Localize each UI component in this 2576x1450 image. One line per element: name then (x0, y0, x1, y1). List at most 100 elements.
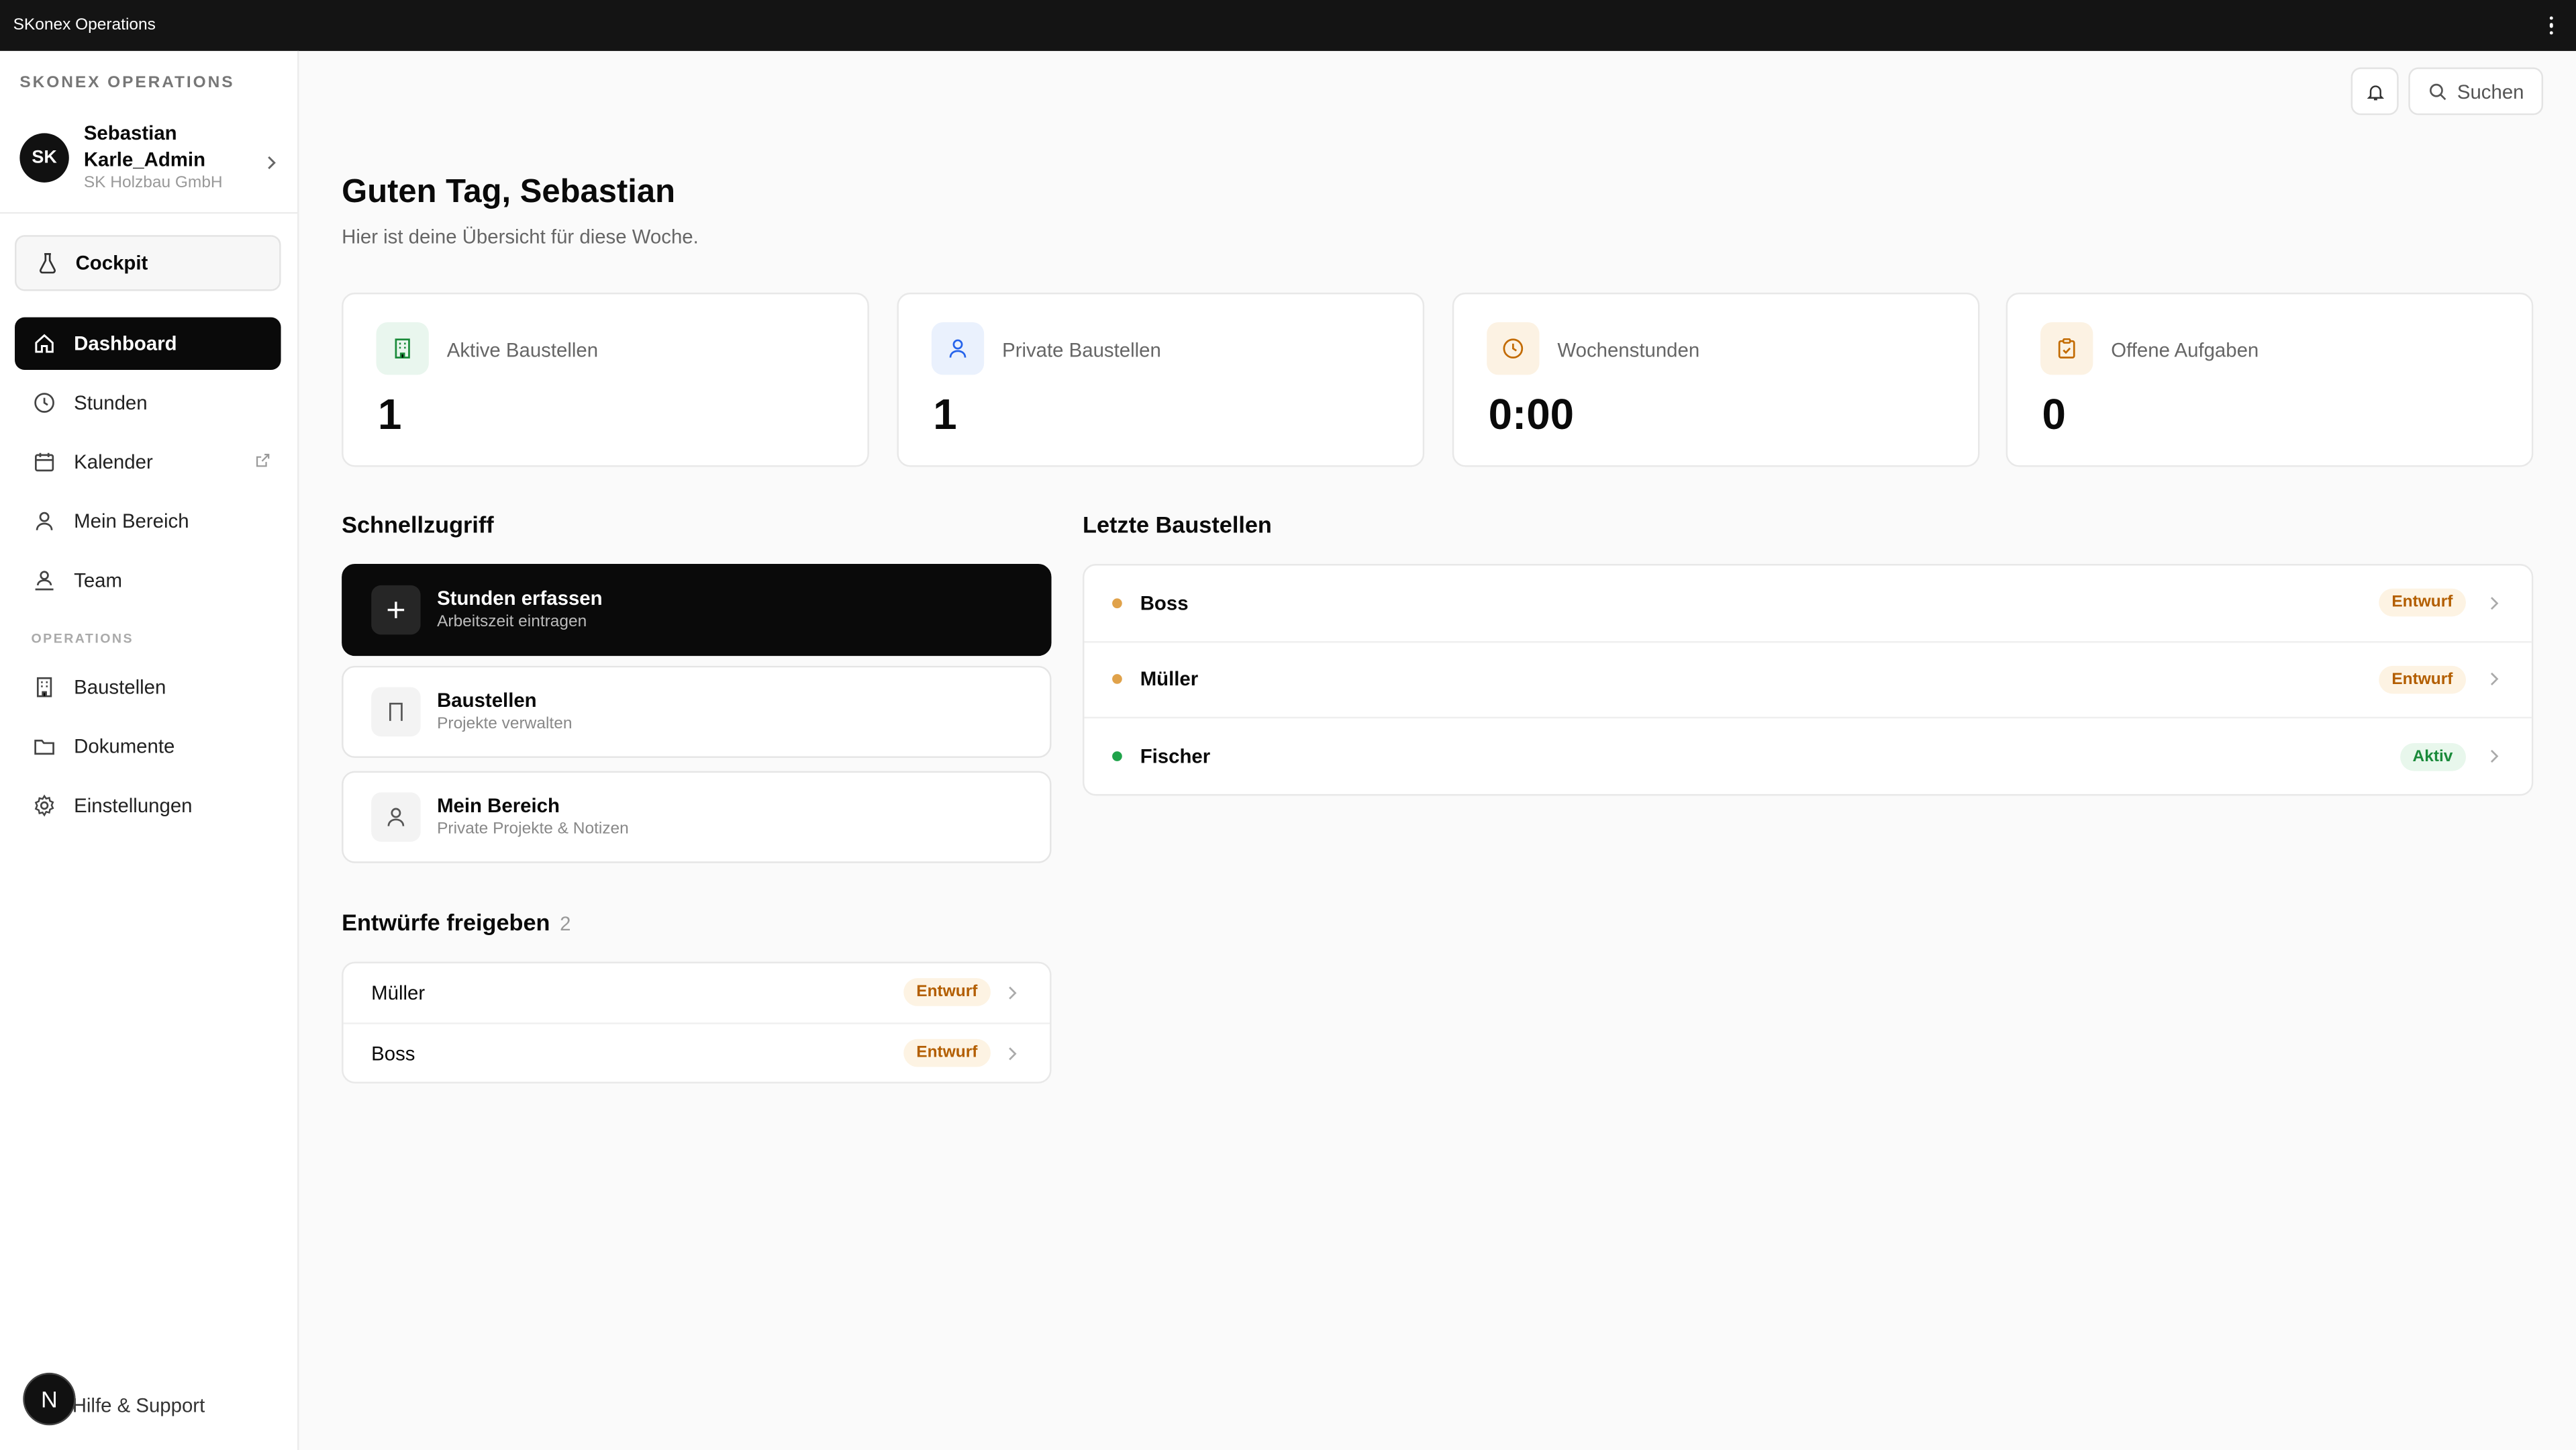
team-icon (32, 567, 58, 593)
draft-name: Boss (371, 1042, 415, 1065)
sidebar: SKONEX OPERATIONS SK Sebastian Karle_Adm… (0, 50, 299, 1450)
site-name: Müller (1140, 667, 1199, 691)
sidebar-item-kalender[interactable]: Kalender (15, 436, 281, 488)
sidebar-item-label: Baustellen (74, 675, 166, 699)
quick-title: Stunden erfassen (437, 587, 603, 610)
drafts-list: Müller Entwurf Boss Entwurf (342, 961, 1052, 1083)
status-badge: Entwurf (2378, 589, 2466, 617)
sidebar-item-baustellen[interactable]: Baustellen (15, 661, 281, 713)
site-name: Boss (1140, 591, 1189, 615)
quick-mein-bereich-button[interactable]: Mein Bereich Private Projekte & Notizen (342, 771, 1052, 863)
n-badge-icon[interactable]: N (23, 1372, 76, 1426)
more-menu-icon[interactable] (2539, 9, 2563, 42)
list-item[interactable]: Boss Entwurf (1084, 565, 2532, 642)
clock-icon (1487, 322, 1540, 375)
recent-sites-heading: Letzte Baustellen (1083, 511, 1272, 538)
sidebar-item-label: Dashboard (74, 332, 177, 355)
quick-title: Mein Bereich (437, 793, 560, 818)
drafts-title: Entwürfe freigeben (342, 909, 550, 936)
list-item[interactable]: Müller Entwurf (343, 963, 1050, 1024)
sidebar-item-stunden[interactable]: Stunden (15, 377, 281, 429)
user-profile[interactable]: SK Sebastian Karle_Admin SK Holzbau GmbH (19, 120, 283, 199)
list-item[interactable]: Fischer Aktiv (1084, 718, 2531, 794)
clipboard-icon (2040, 322, 2093, 375)
stat-card-wochenstunden[interactable]: Wochenstunden 0:00 (1452, 292, 1980, 467)
recent-sites-list: Boss Entwurf Müller Entwurf Fischer Akti… (1083, 564, 2534, 796)
drafts-count: 2 (560, 912, 571, 936)
sidebar-item-dashboard[interactable]: Dashboard (15, 317, 281, 371)
stat-value: 1 (933, 389, 957, 439)
sidebar-item-label: Kalender (74, 450, 153, 474)
clock-icon (32, 389, 58, 416)
search-icon (2428, 81, 2447, 101)
list-item[interactable]: Boss Entwurf (344, 1024, 1050, 1082)
stat-card-private-baustellen[interactable]: Private Baustellen 1 (897, 292, 1425, 467)
sidebar-item-label: Dokumente (74, 734, 175, 758)
sidebar-item-team[interactable]: Team (15, 554, 281, 606)
user-company: SK Holzbau GmbH (83, 174, 223, 193)
sidebar-item-label: Einstellungen (74, 793, 193, 818)
bell-icon (2365, 81, 2384, 101)
sidebar-item-einstellungen[interactable]: Einstellungen (15, 779, 281, 832)
sidebar-item-label: Mein Bereich (74, 510, 189, 533)
quick-title: Baustellen (437, 689, 537, 712)
user-icon (371, 792, 421, 842)
sidebar-item-mein-bereich[interactable]: Mein Bereich (15, 495, 281, 547)
quick-subtitle: Arbeitszeit eintragen (437, 613, 587, 632)
quick-stunden-erfassen-button[interactable]: Stunden erfassen Arbeitszeit eintragen (342, 564, 1052, 657)
search-label: Suchen (2457, 79, 2524, 103)
stat-card-offene-aufgaben[interactable]: Offene Aufgaben 0 (2005, 292, 2534, 467)
quick-subtitle: Private Projekte & Notizen (437, 820, 629, 838)
status-badge: Entwurf (2378, 665, 2466, 693)
stat-value: 0:00 (1488, 389, 1575, 439)
status-badge: Entwurf (903, 978, 991, 1007)
quick-subtitle: Projekte verwalten (437, 715, 573, 734)
chevron-right-icon (1004, 984, 1020, 1000)
chevron-right-icon (2485, 748, 2501, 765)
site-name: Fischer (1140, 745, 1211, 769)
flask-icon (36, 252, 59, 275)
status-badge: Aktiv (2399, 742, 2466, 771)
external-link-icon (254, 450, 270, 473)
user-icon (931, 322, 985, 375)
avatar: SK (19, 133, 69, 183)
window-title: SKonex Operations (13, 16, 156, 35)
brand-label: SKONEX OPERATIONS (19, 74, 235, 93)
user-icon (32, 508, 58, 534)
stat-value: 0 (2042, 389, 2066, 439)
stat-label: Offene Aufgaben (2111, 338, 2259, 362)
gear-icon (32, 792, 58, 818)
divider (0, 211, 299, 214)
quick-baustellen-button[interactable]: Baustellen Projekte verwalten (342, 665, 1052, 758)
drafts-heading: Entwürfe freigeben 2 (342, 909, 571, 935)
search-button[interactable]: Suchen (2408, 67, 2544, 115)
status-dot (1112, 674, 1122, 685)
cockpit-label: Cockpit (75, 251, 148, 275)
sidebar-item-label: Team (74, 569, 122, 592)
home-icon (32, 330, 58, 356)
stat-label: Private Baustellen (1002, 338, 1161, 362)
chevron-right-icon (1004, 1045, 1020, 1061)
chevron-right-icon (2485, 671, 2501, 687)
folder-icon (32, 733, 58, 759)
window-titlebar: SKonex Operations (0, 0, 2576, 51)
cockpit-button[interactable]: Cockpit (15, 235, 281, 291)
chevron-right-icon (2485, 595, 2501, 611)
user-name: Sebastian Karle_Admin (83, 122, 206, 171)
notifications-button[interactable] (2350, 67, 2399, 115)
quick-access-heading: Schnellzugriff (342, 511, 494, 538)
building-icon (32, 674, 58, 700)
section-label: OPERATIONS (31, 631, 134, 646)
list-item[interactable]: Müller Entwurf (1084, 642, 2532, 719)
building-icon (371, 687, 421, 737)
stat-card-aktive-baustellen[interactable]: Aktive Baustellen 1 (342, 292, 869, 467)
calendar-icon (32, 449, 58, 475)
sidebar-item-dokumente[interactable]: Dokumente (15, 720, 281, 773)
stat-value: 1 (377, 389, 402, 439)
stat-label: Wochenstunden (1557, 338, 1700, 362)
building-icon (376, 322, 429, 375)
chevron-right-icon (263, 150, 279, 179)
help-support-link[interactable]: Hilfe & Support (72, 1394, 205, 1417)
draft-name: Müller (371, 981, 426, 1004)
sidebar-item-label: Stunden (74, 391, 148, 415)
